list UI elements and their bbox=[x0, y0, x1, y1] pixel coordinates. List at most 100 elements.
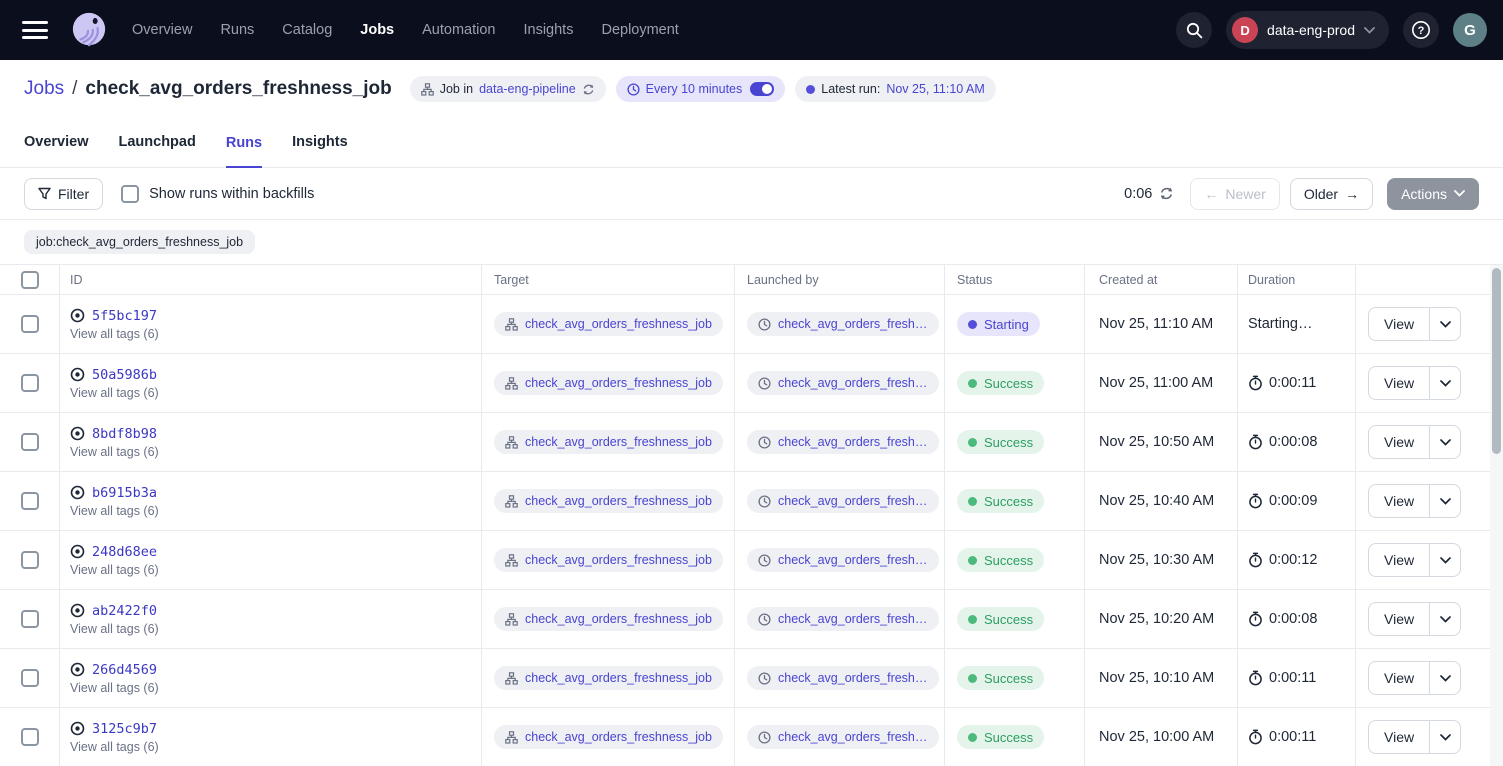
stopwatch-icon bbox=[1248, 493, 1263, 509]
target-job-link[interactable]: check_avg_orders_freshness_job bbox=[525, 376, 712, 390]
menu-icon[interactable] bbox=[22, 21, 48, 39]
row-checkbox[interactable] bbox=[21, 374, 39, 392]
tab-insights[interactable]: Insights bbox=[292, 134, 348, 167]
scrollbar-track[interactable] bbox=[1490, 265, 1503, 766]
view-dropdown-button[interactable] bbox=[1430, 603, 1460, 635]
target-pill: check_avg_orders_freshness_job bbox=[494, 312, 723, 336]
tab-launchpad[interactable]: Launchpad bbox=[119, 134, 196, 167]
row-checkbox[interactable] bbox=[21, 728, 39, 746]
target-pill: check_avg_orders_freshness_job bbox=[494, 666, 723, 690]
view-button[interactable]: View bbox=[1369, 603, 1430, 635]
row-checkbox[interactable] bbox=[21, 610, 39, 628]
older-button[interactable]: Older → bbox=[1290, 178, 1373, 210]
nav-item-jobs[interactable]: Jobs bbox=[360, 22, 394, 38]
target-job-link[interactable]: check_avg_orders_freshness_job bbox=[525, 553, 712, 567]
view-all-tags-link[interactable]: View all tags (6) bbox=[70, 327, 159, 341]
latest-run-link[interactable]: Nov 25, 11:10 AM bbox=[886, 82, 984, 96]
launched-by-link[interactable]: check_avg_orders_freshn… bbox=[778, 671, 928, 685]
duration-value: 0:00:11 bbox=[1269, 670, 1316, 686]
view-button[interactable]: View bbox=[1369, 662, 1430, 694]
refresh-icon[interactable] bbox=[1159, 186, 1174, 201]
breadcrumb-jobs-link[interactable]: Jobs bbox=[24, 78, 64, 100]
search-button[interactable] bbox=[1176, 12, 1212, 48]
row-checkbox[interactable] bbox=[21, 433, 39, 451]
view-dropdown-button[interactable] bbox=[1430, 721, 1460, 753]
view-dropdown-button[interactable] bbox=[1430, 662, 1460, 694]
row-checkbox[interactable] bbox=[21, 315, 39, 333]
newer-button[interactable]: ← Newer bbox=[1190, 178, 1279, 210]
view-button[interactable]: View bbox=[1369, 308, 1430, 340]
view-button[interactable]: View bbox=[1369, 721, 1430, 753]
view-dropdown-button[interactable] bbox=[1430, 426, 1460, 458]
status-dot bbox=[968, 438, 977, 447]
launched-by-link[interactable]: check_avg_orders_freshn… bbox=[778, 553, 928, 567]
launched-by-link[interactable]: check_avg_orders_freshn… bbox=[778, 612, 928, 626]
launched-by-link[interactable]: check_avg_orders_freshn… bbox=[778, 317, 928, 331]
job-in-label: Job in bbox=[440, 82, 473, 96]
launched-by-link[interactable]: check_avg_orders_freshn… bbox=[778, 494, 928, 508]
nav-item-runs[interactable]: Runs bbox=[220, 22, 254, 38]
filter-button[interactable]: Filter bbox=[24, 178, 103, 210]
launched-by-link[interactable]: check_avg_orders_freshn… bbox=[778, 730, 928, 744]
status-dot bbox=[968, 556, 977, 565]
view-all-tags-link[interactable]: View all tags (6) bbox=[70, 681, 159, 695]
view-button[interactable]: View bbox=[1369, 426, 1430, 458]
help-button[interactable]: ? bbox=[1403, 12, 1439, 48]
target-job-link[interactable]: check_avg_orders_freshness_job bbox=[525, 494, 712, 508]
view-dropdown-button[interactable] bbox=[1430, 308, 1460, 340]
run-id-link[interactable]: 3125c9b7 bbox=[92, 721, 157, 737]
nav-item-catalog[interactable]: Catalog bbox=[282, 22, 332, 38]
pipeline-link[interactable]: data-eng-pipeline bbox=[479, 82, 576, 96]
nav-item-deployment[interactable]: Deployment bbox=[601, 22, 678, 38]
run-id-link[interactable]: 8bdf8b98 bbox=[92, 426, 157, 442]
view-dropdown-button[interactable] bbox=[1430, 544, 1460, 576]
target-job-link[interactable]: check_avg_orders_freshness_job bbox=[525, 612, 712, 626]
nav-item-automation[interactable]: Automation bbox=[422, 22, 495, 38]
target-job-link[interactable]: check_avg_orders_freshness_job bbox=[525, 317, 712, 331]
view-dropdown-button[interactable] bbox=[1430, 485, 1460, 517]
target-job-link[interactable]: check_avg_orders_freshness_job bbox=[525, 435, 712, 449]
view-dropdown-button[interactable] bbox=[1430, 367, 1460, 399]
run-target-icon bbox=[70, 308, 85, 323]
view-button[interactable]: View bbox=[1369, 485, 1430, 517]
run-id-link[interactable]: ab2422f0 bbox=[92, 603, 157, 619]
nav-item-insights[interactable]: Insights bbox=[523, 22, 573, 38]
job-filter-tag[interactable]: job:check_avg_orders_freshness_job bbox=[24, 230, 255, 254]
duration-value: 0:00:08 bbox=[1269, 434, 1317, 450]
view-all-tags-link[interactable]: View all tags (6) bbox=[70, 386, 159, 400]
target-job-link[interactable]: check_avg_orders_freshness_job bbox=[525, 671, 712, 685]
dagster-logo-icon[interactable] bbox=[70, 11, 108, 49]
run-id-link[interactable]: 266d4569 bbox=[92, 662, 157, 678]
chevron-down-icon bbox=[1440, 380, 1451, 387]
select-all-checkbox[interactable] bbox=[21, 271, 39, 289]
run-id-link[interactable]: 248d68ee bbox=[92, 544, 157, 560]
row-checkbox[interactable] bbox=[21, 551, 39, 569]
run-id-link[interactable]: 5f5bc197 bbox=[92, 308, 157, 324]
view-all-tags-link[interactable]: View all tags (6) bbox=[70, 622, 159, 636]
user-avatar[interactable]: G bbox=[1453, 13, 1487, 47]
row-checkbox[interactable] bbox=[21, 492, 39, 510]
run-id-link[interactable]: 50a5986b bbox=[92, 367, 157, 383]
view-all-tags-link[interactable]: View all tags (6) bbox=[70, 563, 159, 577]
schedule-toggle[interactable] bbox=[750, 82, 774, 96]
run-id-link[interactable]: b6915b3a bbox=[92, 485, 157, 501]
tab-overview[interactable]: Overview bbox=[24, 134, 89, 167]
view-button[interactable]: View bbox=[1369, 544, 1430, 576]
actions-button[interactable]: Actions bbox=[1387, 178, 1479, 210]
reload-definitions-icon[interactable] bbox=[582, 83, 595, 96]
view-all-tags-link[interactable]: View all tags (6) bbox=[70, 445, 159, 459]
nav-item-overview[interactable]: Overview bbox=[132, 22, 192, 38]
workspace-switcher[interactable]: D data-eng-prod bbox=[1226, 11, 1389, 49]
tab-runs[interactable]: Runs bbox=[226, 135, 262, 168]
launched-by-link[interactable]: check_avg_orders_freshn… bbox=[778, 435, 928, 449]
launched-by-pill: check_avg_orders_freshn… bbox=[747, 430, 939, 454]
view-all-tags-link[interactable]: View all tags (6) bbox=[70, 740, 159, 754]
launched-by-link[interactable]: check_avg_orders_freshn… bbox=[778, 376, 928, 390]
backfills-checkbox[interactable] bbox=[121, 185, 139, 203]
scrollbar-thumb[interactable] bbox=[1492, 268, 1501, 454]
view-button[interactable]: View bbox=[1369, 367, 1430, 399]
view-all-tags-link[interactable]: View all tags (6) bbox=[70, 504, 159, 518]
row-checkbox[interactable] bbox=[21, 669, 39, 687]
target-job-link[interactable]: check_avg_orders_freshness_job bbox=[525, 730, 712, 744]
schedule-clock-icon bbox=[758, 318, 771, 331]
